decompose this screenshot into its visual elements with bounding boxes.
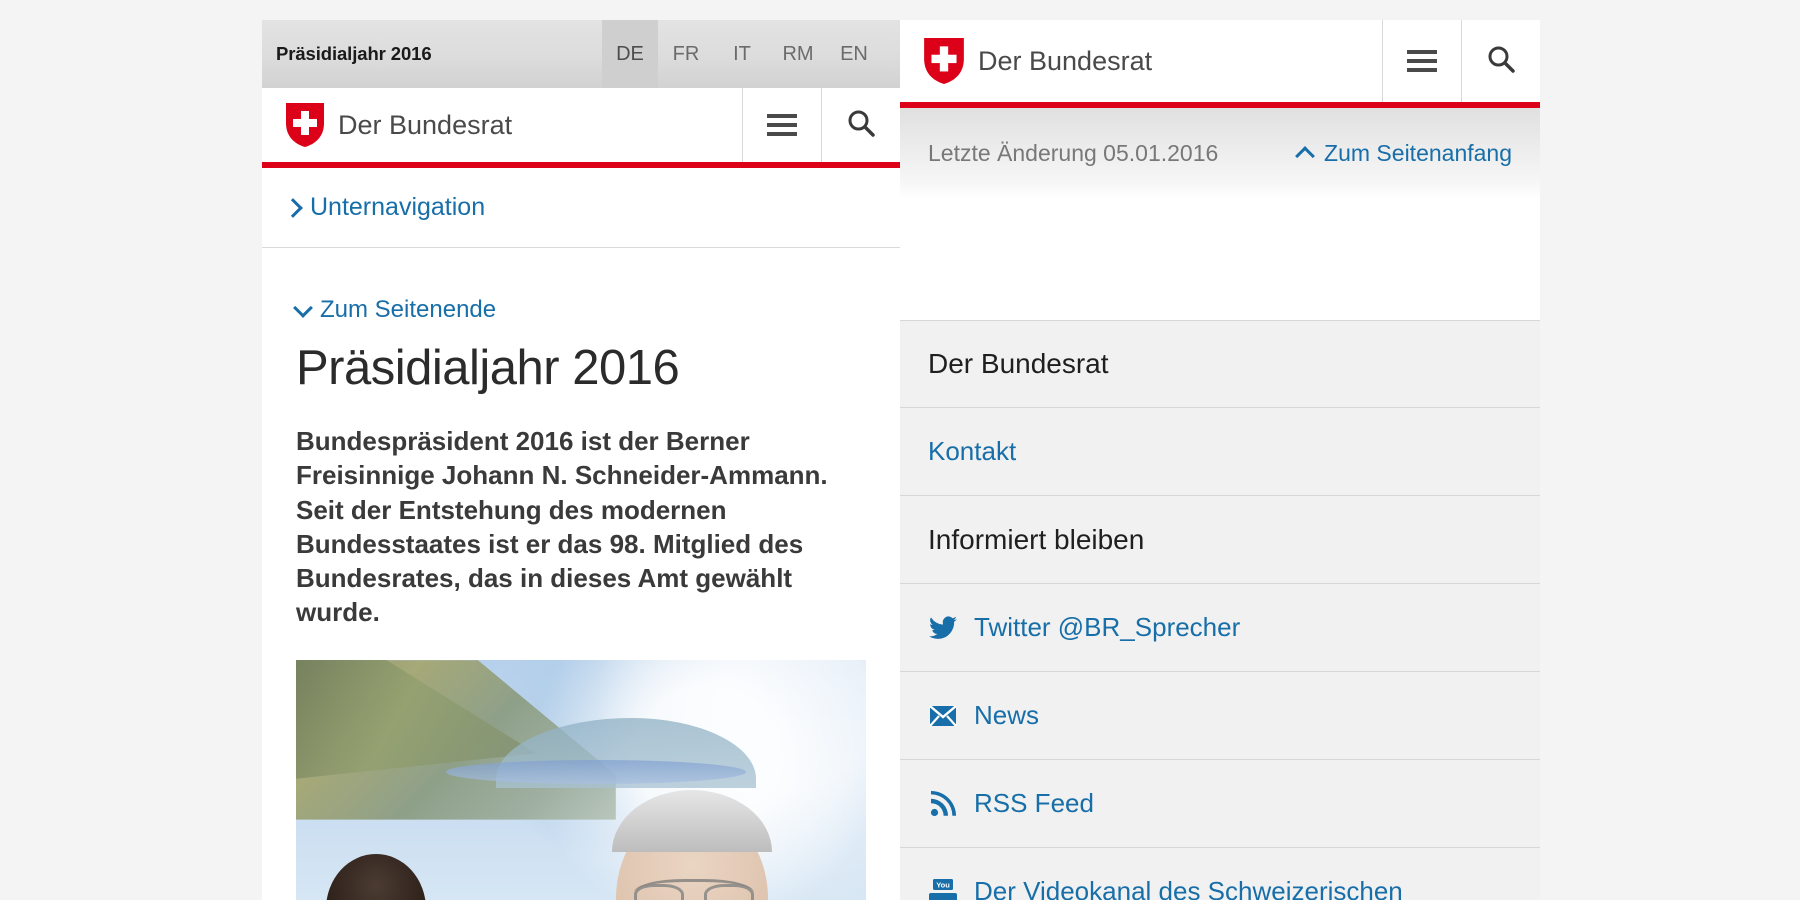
search-icon <box>1486 44 1516 79</box>
photo-person-glasses <box>634 878 754 900</box>
lang-option-rm[interactable]: RM <box>770 20 826 88</box>
twitter-link-label[interactable]: Twitter @BR_Sprecher <box>974 612 1240 643</box>
brand-logo-link[interactable]: Der Bundesrat <box>262 88 742 162</box>
language-switcher[interactable]: DE FR IT RM EN <box>602 20 900 88</box>
skip-to-bottom-label: Zum Seitenende <box>320 296 497 323</box>
last-change-label: Letzte Änderung 05.01.2016 <box>928 139 1219 166</box>
page-title: Präsidialjahr 2016 <box>296 341 680 395</box>
section-heading-label: Der Bundesrat <box>928 348 1109 379</box>
skip-to-bottom-link[interactable]: Zum Seitenende <box>293 296 866 324</box>
lang-option-en[interactable]: EN <box>826 20 882 88</box>
swiss-cross-shield-icon <box>286 103 324 147</box>
svg-text:You: You <box>936 880 950 889</box>
subnavigation-label: Unternavigation <box>310 193 486 221</box>
hamburger-menu-icon <box>767 114 797 136</box>
left-browser-panel: Präsidialjahr 2016 DE FR IT RM EN Der Bu… <box>262 20 900 900</box>
main-content: Zum Seitenende Präsidialjahr 2016 Bundes… <box>262 248 900 900</box>
envelope-icon <box>928 704 958 727</box>
list-item-section-informiert-bleiben: Informiert bleiben <box>900 496 1540 584</box>
page-title-topbar: Präsidialjahr 2016 <box>276 43 432 64</box>
lead-paragraph: Bundespräsident 2016 ist der Berner Frei… <box>296 425 828 628</box>
hamburger-menu-button[interactable] <box>742 88 821 162</box>
swiss-cross-shield-icon <box>924 38 964 84</box>
search-button[interactable] <box>821 88 900 162</box>
right-search-button[interactable] <box>1461 20 1540 102</box>
back-to-top-link[interactable]: Zum Seitenanfang <box>1295 139 1512 167</box>
subnavigation-bar[interactable]: Unternavigation <box>262 168 900 248</box>
right-browser-panel: Der Bundesrat Letzte Änderung 05.01.2016… <box>900 20 1540 900</box>
lang-option-fr[interactable]: FR <box>658 20 714 88</box>
list-item-section-bundesrat: Der Bundesrat <box>900 320 1540 408</box>
section-heading-label: Informiert bleiben <box>928 523 1145 555</box>
rss-link-label[interactable]: RSS Feed <box>974 788 1094 819</box>
right-brand-bar: Der Bundesrat <box>900 20 1540 108</box>
back-to-top-label: Zum Seitenanfang <box>1324 139 1512 166</box>
twitter-icon <box>928 615 958 640</box>
chevron-up-icon <box>1295 145 1315 166</box>
youtube-link-label[interactable]: Der Videokanal des Schweizerischen <box>974 876 1403 900</box>
meta-bar: Letzte Änderung 05.01.2016 Zum Seitenanf… <box>900 108 1540 198</box>
right-brand-name-label: Der Bundesrat <box>978 45 1153 76</box>
lang-option-it[interactable]: IT <box>714 20 770 88</box>
subnavigation-link[interactable]: Unternavigation <box>283 193 486 222</box>
footer-links-list: Der Bundesrat Kontakt Informiert bleiben… <box>900 320 1540 900</box>
left-topbar: Präsidialjahr 2016 DE FR IT RM EN <box>262 20 900 88</box>
youtube-icon: You <box>928 878 958 900</box>
kontakt-link-label[interactable]: Kontakt <box>928 436 1016 467</box>
list-item-news[interactable]: News <box>900 672 1540 760</box>
right-hamburger-menu-button[interactable] <box>1382 20 1461 102</box>
chevron-down-icon <box>293 297 313 318</box>
left-brand-bar: Der Bundesrat <box>262 88 900 168</box>
news-link-label[interactable]: News <box>974 700 1039 731</box>
rss-icon <box>928 790 958 817</box>
photo-lake <box>446 759 746 784</box>
right-panel-spacer <box>900 198 1540 320</box>
list-item-rss[interactable]: RSS Feed <box>900 760 1540 848</box>
chevron-right-icon <box>283 197 303 218</box>
right-brand-logo-link[interactable]: Der Bundesrat <box>900 20 1382 102</box>
brand-name-label: Der Bundesrat <box>338 109 513 140</box>
list-item-kontakt[interactable]: Kontakt <box>900 408 1540 496</box>
skip-to-bottom-row[interactable]: Zum Seitenende <box>293 296 866 324</box>
search-icon <box>846 108 876 143</box>
hero-image <box>296 659 866 900</box>
lang-option-de[interactable]: DE <box>602 20 658 88</box>
list-item-twitter[interactable]: Twitter @BR_Sprecher <box>900 584 1540 672</box>
hamburger-menu-icon <box>1407 50 1437 72</box>
list-item-youtube[interactable]: You Der Videokanal des Schweizerischen <box>900 848 1540 900</box>
